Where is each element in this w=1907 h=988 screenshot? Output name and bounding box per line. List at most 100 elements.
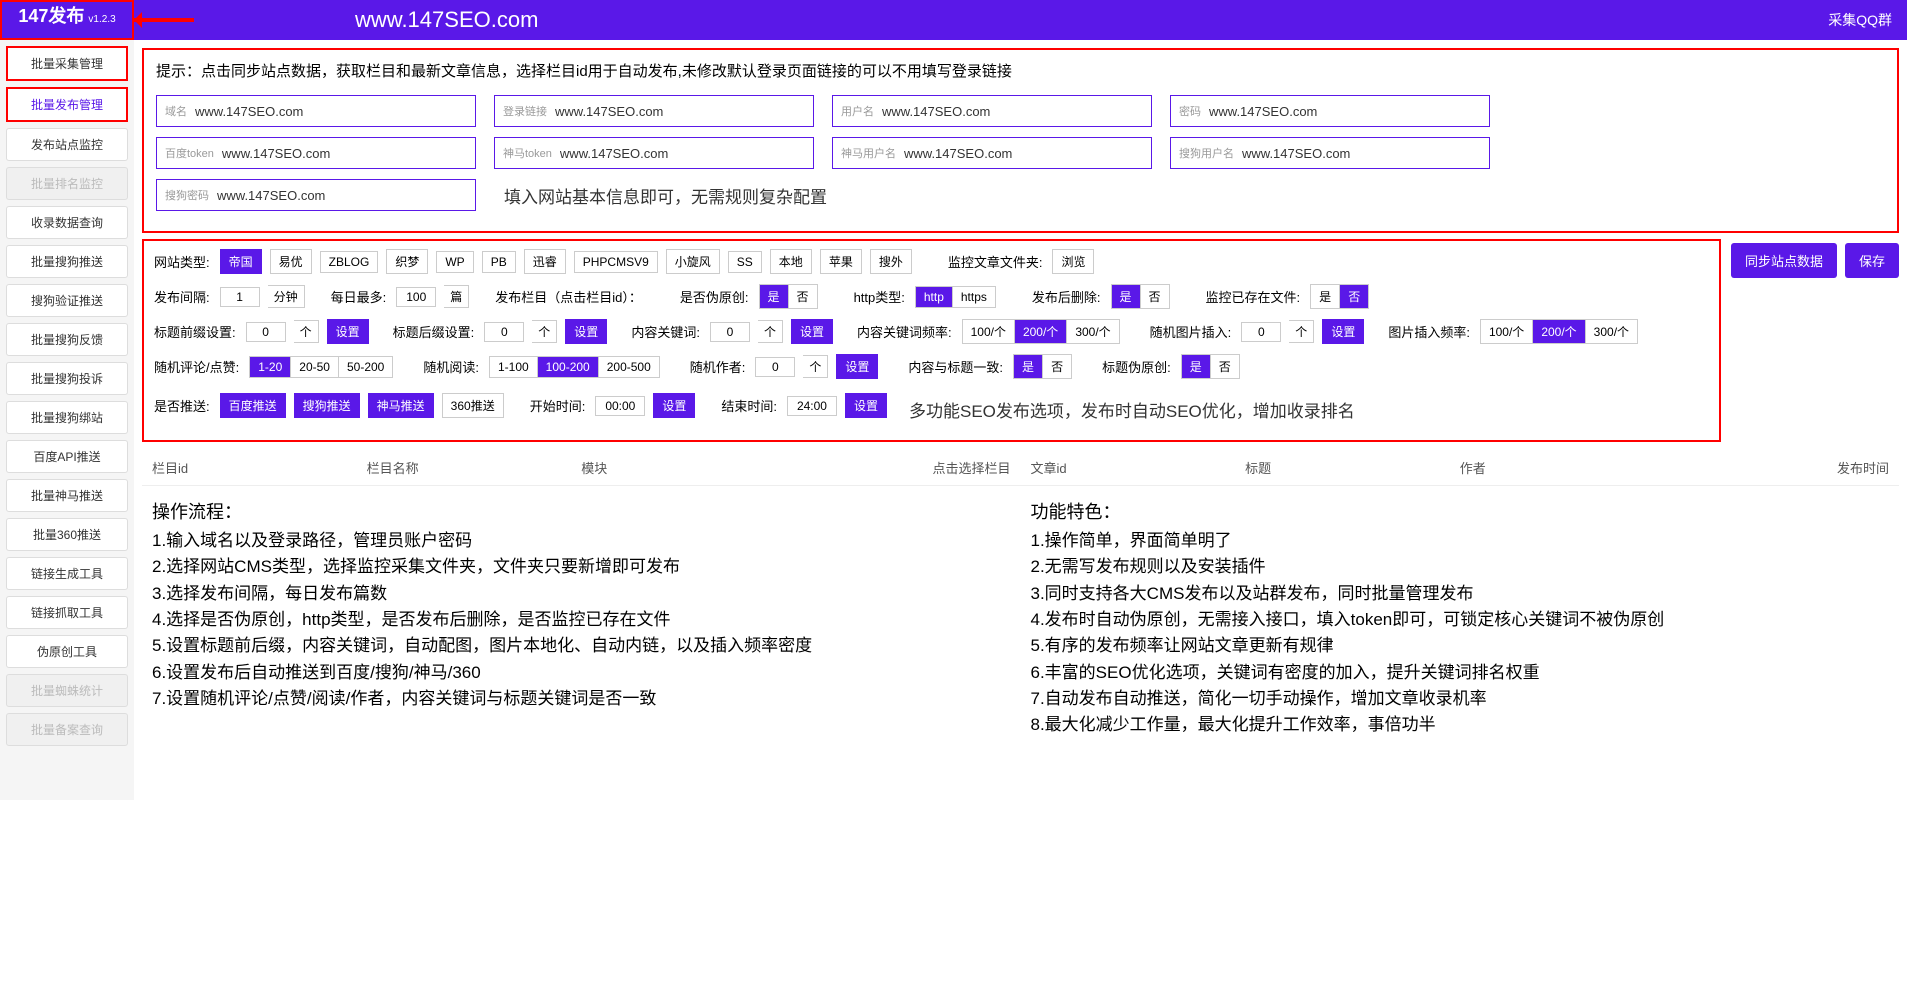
input-group[interactable]: 用户名 (832, 95, 1152, 127)
input-group[interactable]: 密码 (1170, 95, 1490, 127)
segment-option[interactable]: 200/个 (1015, 320, 1067, 343)
sidebar-item[interactable]: 批量发布管理 (6, 87, 128, 122)
segment-option[interactable]: 否 (1211, 355, 1239, 378)
input-group[interactable]: 百度token (156, 137, 476, 169)
segment-option[interactable]: 100/个 (963, 320, 1015, 343)
segment-control[interactable]: 是否 (1111, 284, 1170, 309)
option-tag[interactable]: 搜狗推送 (294, 393, 360, 418)
segment-option[interactable]: https (953, 287, 995, 307)
save-button[interactable]: 保存 (1845, 243, 1899, 278)
option-tag[interactable]: 本地 (770, 249, 812, 274)
segment-option[interactable]: 否 (789, 285, 817, 308)
segment-control[interactable]: 是否 (1310, 284, 1369, 309)
option-tag[interactable]: WP (436, 251, 473, 273)
segment-option[interactable]: 100-200 (538, 357, 599, 377)
segment-option[interactable]: 300/个 (1067, 320, 1118, 343)
option-tag[interactable]: 织梦 (386, 249, 428, 274)
sidebar-item[interactable]: 批量采集管理 (6, 46, 128, 81)
browse-button[interactable]: 浏览 (1052, 249, 1094, 274)
segment-control[interactable]: 是否 (1013, 354, 1072, 379)
option-tag[interactable]: SS (728, 251, 762, 273)
input-field[interactable] (882, 104, 1143, 119)
sidebar-item[interactable]: 批量搜狗反馈 (6, 323, 128, 356)
segment-option[interactable]: 否 (1043, 355, 1071, 378)
input-field[interactable] (560, 146, 805, 161)
segment-option[interactable]: 是 (1112, 285, 1141, 308)
set-button[interactable]: 设置 (1322, 319, 1364, 344)
option-tag[interactable]: 苹果 (820, 249, 862, 274)
option-tag[interactable]: 百度推送 (220, 393, 286, 418)
segment-option[interactable]: 200-500 (599, 357, 659, 377)
input-field[interactable] (195, 104, 467, 119)
segment-option[interactable]: http (916, 287, 953, 307)
sidebar-item[interactable]: 搜狗验证推送 (6, 284, 128, 317)
number-input[interactable] (484, 322, 524, 342)
input-group[interactable]: 神马用户名 (832, 137, 1152, 169)
segment-option[interactable]: 100/个 (1481, 320, 1533, 343)
input-field[interactable] (1209, 104, 1481, 119)
time-input[interactable] (787, 396, 837, 416)
input-group[interactable]: 登录链接 (494, 95, 814, 127)
segment-option[interactable]: 否 (1141, 285, 1169, 308)
segment-option[interactable]: 1-20 (250, 357, 291, 377)
segment-option[interactable]: 300/个 (1586, 320, 1637, 343)
sidebar-item[interactable]: 批量神马推送 (6, 479, 128, 512)
segment-option[interactable]: 50-200 (339, 357, 392, 377)
option-tag[interactable]: 迅睿 (524, 249, 566, 274)
segment-option[interactable]: 20-50 (291, 357, 339, 377)
option-tag[interactable]: 搜外 (870, 249, 912, 274)
sidebar-item[interactable]: 链接抓取工具 (6, 596, 128, 629)
segment-control[interactable]: 100/个200/个300/个 (1480, 319, 1638, 344)
segment-control[interactable]: httphttps (915, 286, 996, 308)
segment-control[interactable]: 是否 (759, 284, 818, 309)
time-input[interactable] (595, 396, 645, 416)
set-button[interactable]: 设置 (653, 393, 695, 418)
option-tag[interactable]: ZBLOG (320, 251, 379, 273)
set-button[interactable]: 设置 (836, 354, 878, 379)
sidebar-item[interactable]: 百度API推送 (6, 440, 128, 473)
header-qq-link[interactable]: 采集QQ群 (1828, 10, 1892, 30)
option-tag[interactable]: PB (482, 251, 516, 273)
segment-option[interactable]: 否 (1340, 285, 1368, 308)
sidebar-item[interactable]: 批量360推送 (6, 518, 128, 551)
sync-button[interactable]: 同步站点数据 (1731, 243, 1837, 278)
segment-option[interactable]: 200/个 (1533, 320, 1585, 343)
option-tag[interactable]: 易优 (270, 249, 312, 274)
input-field[interactable] (217, 188, 467, 203)
sidebar-item[interactable]: 批量搜狗绑站 (6, 401, 128, 434)
set-button[interactable]: 设置 (565, 319, 607, 344)
segment-option[interactable]: 是 (1014, 355, 1043, 378)
number-input[interactable] (710, 322, 750, 342)
option-tag[interactable]: 神马推送 (368, 393, 434, 418)
option-tag[interactable]: 360推送 (442, 393, 504, 418)
input-field[interactable] (904, 146, 1143, 161)
set-button[interactable]: 设置 (845, 393, 887, 418)
option-tag[interactable]: 帝国 (220, 249, 262, 274)
segment-control[interactable]: 100/个200/个300/个 (962, 319, 1120, 344)
number-input[interactable] (755, 357, 795, 377)
sidebar-item[interactable]: 批量搜狗推送 (6, 245, 128, 278)
segment-control[interactable]: 1-100100-200200-500 (489, 356, 660, 378)
number-input[interactable] (396, 287, 436, 307)
segment-option[interactable]: 是 (760, 285, 789, 308)
set-button[interactable]: 设置 (327, 319, 369, 344)
input-field[interactable] (555, 104, 805, 119)
input-group[interactable]: 域名 (156, 95, 476, 127)
segment-option[interactable]: 1-100 (490, 357, 538, 377)
sidebar-item[interactable]: 发布站点监控 (6, 128, 128, 161)
sidebar-item[interactable]: 收录数据查询 (6, 206, 128, 239)
input-field[interactable] (1242, 146, 1481, 161)
number-input[interactable] (246, 322, 286, 342)
sidebar-item[interactable]: 链接生成工具 (6, 557, 128, 590)
input-group[interactable]: 神马token (494, 137, 814, 169)
option-tag[interactable]: PHPCMSV9 (574, 251, 658, 273)
segment-control[interactable]: 1-2020-5050-200 (249, 356, 393, 378)
segment-option[interactable]: 是 (1311, 285, 1340, 308)
input-field[interactable] (222, 146, 467, 161)
segment-option[interactable]: 是 (1182, 355, 1211, 378)
number-input[interactable] (220, 287, 260, 307)
option-tag[interactable]: 小旋风 (666, 249, 720, 274)
sidebar-item[interactable]: 批量搜狗投诉 (6, 362, 128, 395)
sidebar-item[interactable]: 伪原创工具 (6, 635, 128, 668)
set-button[interactable]: 设置 (791, 319, 833, 344)
